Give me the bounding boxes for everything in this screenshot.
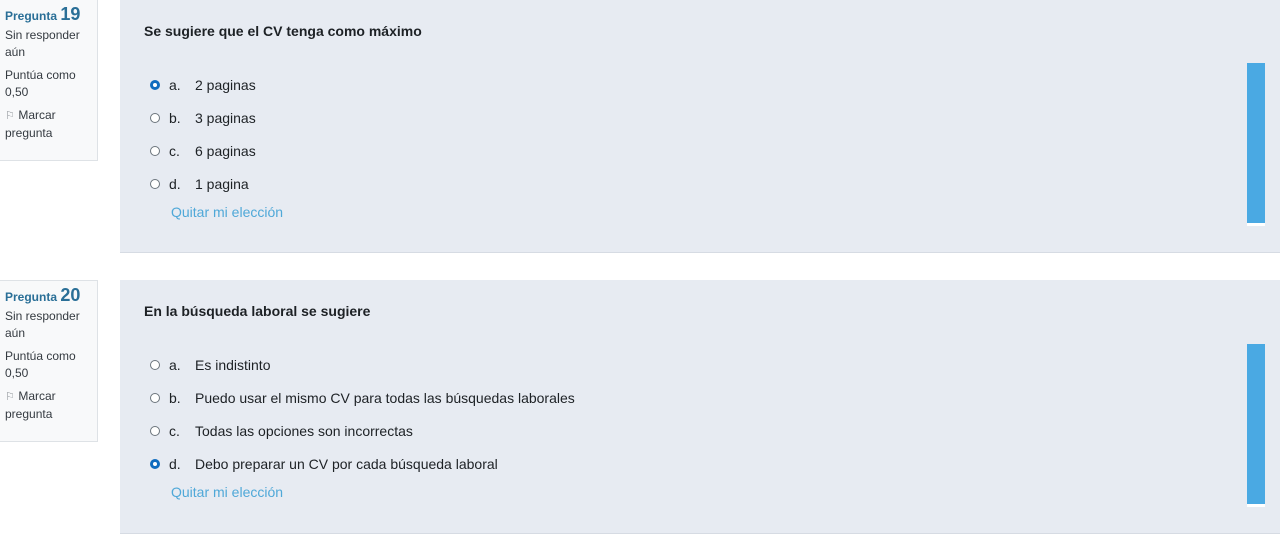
- flag-question-link[interactable]: ⚐ Marcar pregunta: [5, 388, 97, 423]
- answer-option-b[interactable]: b. Puedo usar el mismo CV para todas las…: [150, 381, 575, 414]
- radio-button[interactable]: [150, 458, 160, 469]
- answer-option-c[interactable]: c. 6 paginas: [150, 134, 256, 167]
- radio-button[interactable]: [150, 79, 160, 90]
- question-content: En la búsqueda laboral se sugiere a. Es …: [120, 280, 1280, 534]
- flag-icon: ⚐: [5, 110, 15, 122]
- scrollbar[interactable]: [1247, 344, 1265, 507]
- answer-option-b[interactable]: b. 3 paginas: [150, 101, 256, 134]
- answer-option-a[interactable]: a. 2 paginas: [150, 68, 256, 101]
- question-grade: Puntúa como 0,50: [5, 349, 76, 380]
- radio-button[interactable]: [150, 112, 160, 123]
- question-20: Pregunta 20 Sin responder aún Puntúa com…: [0, 280, 1280, 534]
- question-number: Pregunta 19: [5, 4, 81, 24]
- question-19: Pregunta 19 Sin responder aún Puntúa com…: [0, 0, 1280, 253]
- answer-option-d[interactable]: d. Debo preparar un CV por cada búsqueda…: [150, 447, 575, 480]
- question-state: Sin responder aún: [5, 28, 80, 59]
- question-info: Pregunta 20 Sin responder aún Puntúa com…: [0, 280, 98, 442]
- question-grade: Puntúa como 0,50: [5, 68, 76, 99]
- radio-button[interactable]: [150, 145, 160, 156]
- answer-option-a[interactable]: a. Es indistinto: [150, 348, 575, 381]
- answer-option-c[interactable]: c. Todas las opciones son incorrectas: [150, 414, 575, 447]
- question-number: Pregunta 20: [5, 285, 81, 305]
- clear-choice-link[interactable]: Quitar mi elección: [171, 484, 283, 500]
- flag-question-link[interactable]: ⚐ Marcar pregunta: [5, 107, 97, 142]
- radio-button[interactable]: [150, 425, 160, 436]
- question-state: Sin responder aún: [5, 309, 80, 340]
- answer-list: a. Es indistinto b. Puedo usar el mismo …: [150, 348, 575, 480]
- radio-button[interactable]: [150, 359, 160, 370]
- clear-choice-link[interactable]: Quitar mi elección: [171, 204, 283, 220]
- radio-button[interactable]: [150, 178, 160, 189]
- flag-icon: ⚐: [5, 391, 15, 403]
- question-content: Se sugiere que el CV tenga como máximo a…: [120, 0, 1280, 253]
- scrollbar[interactable]: [1247, 63, 1265, 226]
- question-info: Pregunta 19 Sin responder aún Puntúa com…: [0, 0, 98, 161]
- question-text: Se sugiere que el CV tenga como máximo: [144, 23, 422, 39]
- answer-option-d[interactable]: d. 1 pagina: [150, 167, 256, 200]
- answer-list: a. 2 paginas b. 3 paginas c. 6 paginas d…: [150, 68, 256, 200]
- question-text: En la búsqueda laboral se sugiere: [144, 303, 371, 319]
- radio-button[interactable]: [150, 392, 160, 403]
